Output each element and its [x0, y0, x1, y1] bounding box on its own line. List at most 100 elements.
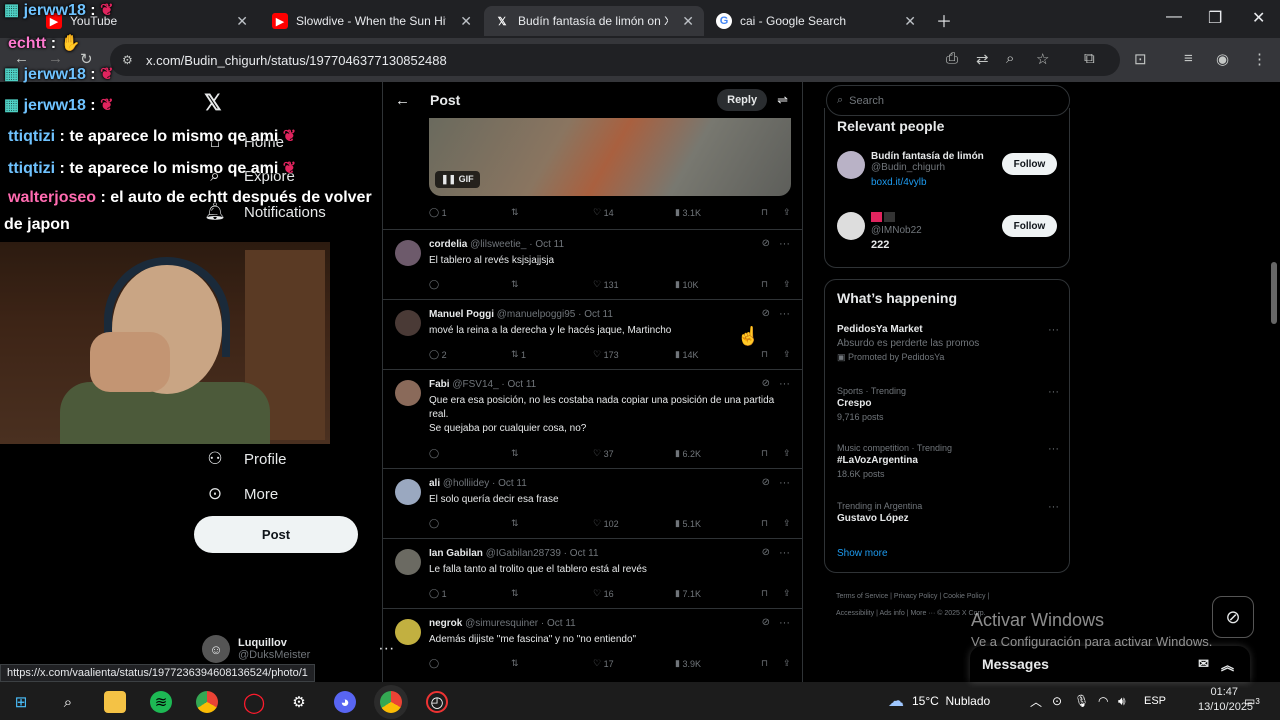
minimize-icon[interactable]: — [1166, 8, 1182, 26]
reply-author[interactable]: Fabi [429, 379, 450, 390]
reply-action[interactable]: ◯ [429, 448, 511, 459]
share-icon[interactable]: ⇪ [783, 207, 791, 218]
views-action[interactable]: ▮ 3.1K [675, 207, 761, 218]
share-icon[interactable]: ⇪ [783, 349, 791, 360]
install-app-icon[interactable]: ⎙ [946, 50, 958, 67]
repost-action[interactable]: ⇅ [511, 658, 593, 669]
new-message-icon[interactable]: ✉ [1198, 656, 1209, 672]
reply-author[interactable]: ali [429, 478, 440, 489]
reply-handle[interactable]: @IGabilan28739 [486, 548, 561, 559]
reply-date[interactable]: Oct 11 [570, 548, 599, 559]
views-action[interactable]: ▮ 10K [675, 279, 761, 290]
x-logo-icon[interactable]: 𝕏 [204, 90, 222, 116]
chevron-up-icon[interactable]: ︿ [1030, 682, 1042, 720]
like-action[interactable]: ♡ 173 [593, 349, 675, 360]
close-icon[interactable]: ✕ [236, 13, 248, 30]
reply-date[interactable]: Oct 11 [547, 618, 576, 629]
grok-explain-icon[interactable]: ⊘ [762, 617, 770, 628]
reply-button[interactable]: Reply [717, 89, 768, 111]
more-dots-icon[interactable]: ··· [779, 617, 790, 629]
tab-slowdive[interactable]: ▶ Slowdive - When the Sun Hits ( ✕ [262, 6, 482, 36]
avatar[interactable] [395, 240, 421, 266]
sort-tune-icon[interactable]: ⇌ [777, 92, 788, 108]
like-action[interactable]: ♡ 37 [593, 448, 675, 459]
more-dots-icon[interactable]: ··· [1048, 324, 1059, 336]
extensions-icon[interactable]: ⧉ [1084, 50, 1095, 67]
messages-drawer[interactable]: Messages ✉ ︽ [970, 646, 1250, 682]
avatar[interactable] [395, 549, 421, 575]
file-explorer-icon[interactable] [104, 691, 126, 713]
url-field[interactable]: ⚙ x.com/Budin_chigurh/status/19770463771… [110, 44, 1120, 76]
grok-explain-icon[interactable]: ⊘ [762, 238, 770, 249]
reply-date[interactable]: Oct 11 [584, 309, 613, 320]
share-icon[interactable]: ⇪ [783, 518, 791, 529]
views-action[interactable]: ▮ 7.1K [675, 588, 761, 599]
bookmark-icon[interactable]: ⊓ [761, 658, 783, 669]
person-card[interactable]: Budín fantasía de limón @Budin_chigurh b… [837, 151, 984, 188]
share-icon[interactable]: ⇪ [783, 279, 791, 290]
account-switcher[interactable]: ☺ Luquillov @DuksMeister ··· [202, 635, 394, 663]
views-action[interactable]: ▮ 5.1K [675, 518, 761, 529]
reply-author[interactable]: cordelia [429, 239, 467, 250]
repost-action[interactable]: ⇅ [511, 588, 593, 599]
weather-widget[interactable]: ☁ 15°C Nublado [888, 682, 990, 720]
reply-post[interactable]: cordelia @lilsweetie_ · Oct 11 ⊘ ··· El tab… [383, 229, 802, 299]
tab-x-post[interactable]: 𝕏 Budín fantasía de limón on X: " ✕ [484, 6, 704, 36]
avatar[interactable] [395, 380, 421, 406]
footer-links[interactable]: Terms of Service | Privacy Policy | Cook… [836, 588, 1066, 605]
trend-item[interactable]: Music competition · Trending #LaVozArgen… [837, 443, 1059, 479]
notifications-icon[interactable]: ▭ 3 [1244, 682, 1260, 720]
reply-author[interactable]: negrok [429, 618, 462, 629]
more-dots-icon[interactable]: ··· [779, 238, 790, 250]
wifi-icon[interactable]: ◠ [1098, 682, 1108, 720]
reply-handle[interactable]: @simuresquiner [465, 618, 538, 629]
window-close-icon[interactable]: ✕ [1252, 8, 1265, 28]
obs-icon[interactable]: ◴ [426, 691, 448, 713]
zoom-icon[interactable]: ⌕ [1006, 50, 1014, 67]
bookmark-star-icon[interactable]: ☆ [1036, 50, 1049, 68]
chevron-up-icon[interactable]: ︽ [1221, 655, 1234, 674]
volume-icon[interactable]: 🔊︎ [1118, 682, 1126, 720]
new-tab-icon[interactable]: ＋ [936, 8, 952, 32]
profile-avatar-icon[interactable]: ◉ [1216, 50, 1229, 68]
reply-action[interactable]: ◯ 2 [429, 349, 511, 360]
grok-explain-icon[interactable]: ⊘ [762, 547, 770, 558]
site-info-icon[interactable]: ⚙ [122, 53, 133, 67]
more-dots-icon[interactable]: ··· [1048, 386, 1059, 398]
browser-menu-icon[interactable]: ⋮ [1252, 50, 1267, 68]
reply-post[interactable]: Ian Gabilan @IGabilan28739 · Oct 11 ⊘ ··· L… [383, 538, 802, 608]
maximize-icon[interactable]: ❐ [1208, 8, 1222, 28]
avatar[interactable] [395, 479, 421, 505]
microphone-icon[interactable]: 🎙︎ [1074, 682, 1089, 720]
reply-handle[interactable]: @FSV14_ [452, 379, 498, 390]
tab-google[interactable]: G cai - Google Search ✕ [706, 6, 926, 36]
views-action[interactable]: ▮ 3.9K [675, 658, 761, 669]
spotify-icon[interactable]: ≋ [150, 691, 172, 713]
close-icon[interactable]: ✕ [904, 13, 916, 30]
more-dots-icon[interactable]: ··· [779, 378, 790, 390]
like-action[interactable]: ♡ 131 [593, 279, 675, 290]
page-scrollbar[interactable] [1268, 82, 1280, 682]
media-icon[interactable]: ≡ [1184, 50, 1193, 67]
nav-profile[interactable]: ⚇ Profile [204, 449, 286, 469]
avatar[interactable] [395, 619, 421, 645]
grok-explain-icon[interactable]: ⊘ [762, 378, 770, 389]
gif-media[interactable]: ❚❚ GIF [429, 118, 791, 196]
reply-handle[interactable]: @holliidey [443, 478, 489, 489]
reply-action[interactable]: ◯ [429, 658, 511, 669]
views-action[interactable]: ▮ 14K [675, 349, 761, 360]
views-action[interactable]: ▮ 6.2K [675, 448, 761, 459]
follow-button[interactable]: Follow [1002, 215, 1057, 237]
close-icon[interactable]: ✕ [460, 13, 472, 30]
post-button[interactable]: Post [194, 516, 358, 553]
repost-action[interactable]: ⇅ [511, 448, 593, 459]
person-card[interactable]: @IMNob22 222 [837, 212, 922, 251]
like-action[interactable]: ♡ 102 [593, 518, 675, 529]
more-dots-icon[interactable]: ··· [1048, 443, 1059, 455]
chrome-active-icon[interactable] [380, 691, 402, 713]
opera-icon[interactable]: ◯ [243, 691, 265, 714]
share-icon[interactable]: ⇪ [783, 588, 791, 599]
reply-action[interactable]: ◯ [429, 279, 511, 290]
repost-action[interactable]: ⇅ [511, 207, 593, 218]
reply-author[interactable]: Ian Gabilan [429, 548, 483, 559]
